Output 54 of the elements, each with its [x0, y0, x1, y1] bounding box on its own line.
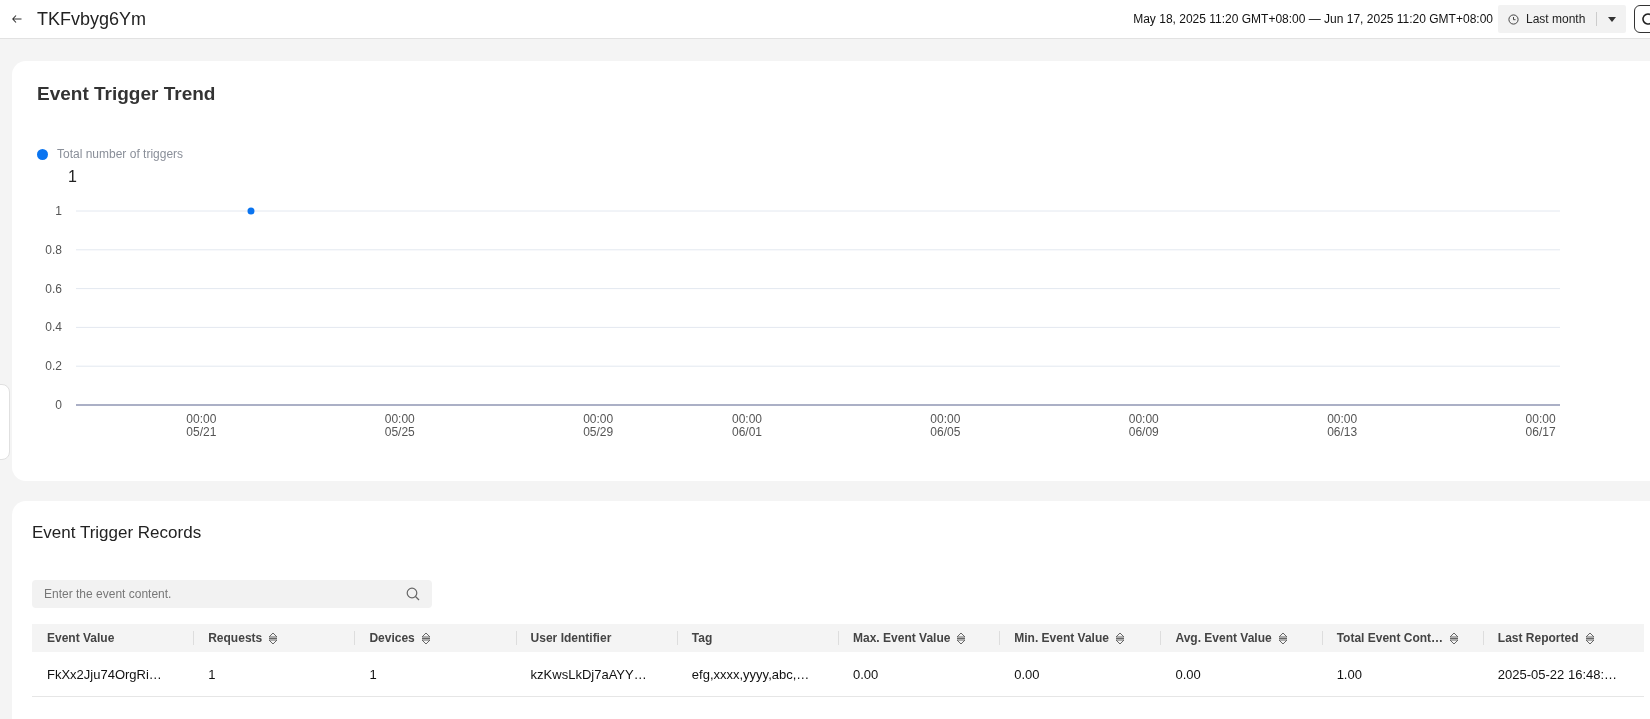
card-title: Event Trigger Trend [37, 83, 217, 105]
clock-icon [1508, 13, 1519, 25]
sort-icon[interactable] [1114, 631, 1125, 645]
column-header: Devices [369, 631, 415, 645]
table-cell: 1.00 [1336, 666, 1362, 682]
table-cell: kzKwsLkDj7aAYY… [530, 666, 647, 682]
column-header: Last Reported [1497, 631, 1579, 645]
x-tick-label: 00:00 06/17 [1525, 412, 1556, 439]
y-tick-label: 1 [55, 204, 62, 218]
card-title: Event Trigger Records [32, 523, 203, 543]
column-header: Total Event Cont… [1336, 631, 1444, 645]
search-icon [406, 587, 420, 601]
back-arrow-icon[interactable] [12, 15, 22, 23]
table-cell: 0.00 [1014, 666, 1040, 682]
x-tick-label: 00:00 06/13 [1327, 412, 1358, 439]
x-tick-label: 00:00 06/01 [731, 412, 762, 439]
table-cell: 0.00 [853, 666, 879, 682]
caret-icon [1608, 16, 1616, 22]
x-tick-label: 00:00 05/25 [384, 412, 415, 439]
sort-icon[interactable] [420, 631, 431, 645]
column-header: User Identifier [530, 631, 612, 645]
column-header: Tag [691, 631, 713, 645]
date-range: May 18, 2025 11:20 GMT+08:00 — Jun 17, 2025 11:20 GMT+08:00 [1133, 12, 1493, 26]
y-tick-label: 0.2 [45, 359, 62, 374]
data-point [247, 207, 255, 215]
x-tick-label: 00:00 05/21 [186, 412, 217, 439]
table-cell: 1 [369, 666, 377, 682]
table-cell: 1 [208, 666, 216, 682]
table-cell: FkXx2Jju74OrgRi… [47, 666, 162, 682]
search-field[interactable]: Enter the event content. [32, 580, 432, 608]
y-tick-label: 0.8 [45, 242, 62, 257]
column-header: Requests [208, 631, 263, 645]
column-header: Min. Event Value [1014, 631, 1109, 645]
x-tick-label: 00:00 06/09 [1128, 412, 1159, 439]
y-tick-label: 0.6 [45, 281, 62, 296]
y-tick-label: 0 [55, 398, 62, 412]
sort-icon[interactable] [1449, 631, 1460, 645]
period-dropdown[interactable]: Last month [1498, 5, 1626, 33]
column-header: Avg. Event Value [1175, 631, 1272, 645]
page-title: TKFvbyg6Ym [37, 8, 147, 30]
x-tick-label: 00:00 05/29 [583, 412, 614, 439]
legend-label: Total number of triggers [57, 147, 184, 161]
table-cell: 0.00 [1175, 666, 1201, 682]
table-cell: efg,xxxx,yyyy,abc,… [691, 666, 810, 682]
sort-icon[interactable] [956, 631, 967, 645]
x-tick-label: 00:00 06/05 [930, 412, 961, 439]
axis-caption: 1 [67, 168, 78, 187]
sort-icon[interactable] [268, 631, 279, 645]
y-tick-label: 0.4 [45, 320, 62, 335]
table-cell: 2025-05-22 16:48:… [1497, 666, 1618, 682]
column-header: Max. Event Value [853, 631, 951, 645]
column-header: Event Value [47, 631, 115, 645]
sort-icon[interactable] [1277, 631, 1288, 645]
sort-icon[interactable] [1584, 631, 1595, 645]
